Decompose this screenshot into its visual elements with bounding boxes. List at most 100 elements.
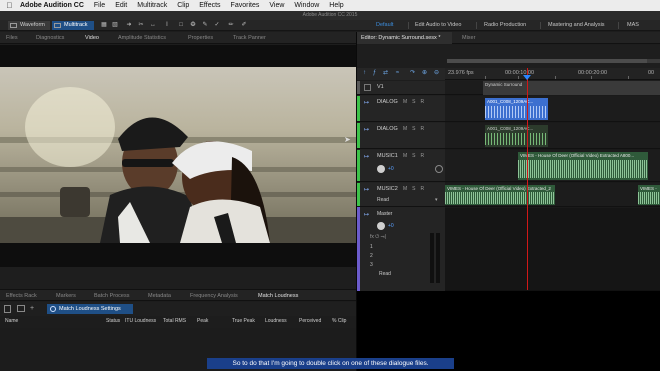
brush-tool-icon[interactable]: ✎ [201, 22, 209, 29]
eraser-tool-icon[interactable]: ✏ [227, 22, 235, 29]
menu-edit[interactable]: Edit [115, 2, 127, 9]
tab-markers[interactable]: Markers [56, 290, 76, 302]
eq-icon[interactable]: ≈ [394, 70, 401, 77]
razor-tool-icon[interactable]: ✂ [137, 22, 145, 29]
col-name[interactable]: Name [5, 318, 18, 324]
master-name[interactable]: Master [377, 211, 392, 217]
master-lane[interactable] [445, 208, 660, 291]
delete-icon[interactable] [4, 305, 11, 313]
slip-tool-icon[interactable]: ↔ [149, 22, 157, 29]
zoom-out-icon[interactable]: ⊖ [433, 70, 440, 77]
col-loudness[interactable]: Loudness [265, 318, 287, 324]
multitrack-mode-button[interactable]: Multitrack [52, 21, 94, 30]
tab-editor[interactable]: Editor: Dynamic Surround.sesx * [357, 32, 452, 44]
zoom-in-icon[interactable]: ⊕ [421, 70, 428, 77]
effect-slot[interactable]: 2 [370, 253, 373, 259]
mute-solo-record-buttons[interactable]: MSR [403, 153, 429, 159]
col-peak[interactable]: Peak [197, 318, 208, 324]
lasso-tool-icon[interactable]: ❂ [189, 22, 197, 29]
marquee-tool-icon[interactable]: □ [177, 22, 185, 29]
spectral-display-icon[interactable]: ▦ [100, 22, 108, 29]
menu-multitrack[interactable]: Multitrack [137, 2, 167, 9]
pencil-tool-icon[interactable]: ✐ [240, 22, 248, 29]
track-lane-dialog-2[interactable]: A001_C008_1209AC... [445, 123, 660, 149]
spot-healing-tool-icon[interactable]: ✓ [213, 22, 221, 29]
menu-favorites[interactable]: Favorites [231, 2, 260, 9]
time-selection-tool-icon[interactable]: I [163, 22, 171, 29]
track-header-dialog-2[interactable]: ↦ DIALOG MSR [357, 123, 445, 149]
playhead[interactable] [527, 68, 528, 290]
tab-metadata[interactable]: Metadata [148, 290, 171, 302]
playhead-marker-icon[interactable] [523, 75, 531, 80]
automation-mode[interactable]: Read [377, 197, 389, 203]
volume-value[interactable]: +0 [388, 166, 394, 172]
master-volume-knob[interactable] [377, 222, 385, 230]
pan-knob[interactable] [435, 165, 443, 173]
zoom-navigator[interactable] [447, 59, 660, 63]
track-header-music1[interactable]: ↦ MUSIC1 MSR +0 [357, 150, 445, 182]
track-header-v1[interactable]: V1 [357, 81, 445, 95]
timeline-ruler[interactable]: 23.976 fps 00:00:10:00 00:00:20:00 00 [445, 68, 660, 80]
master-volume-value[interactable]: +0 [388, 223, 394, 229]
track-header-dialog-1[interactable]: ↦ DIALOG MSR [357, 96, 445, 122]
snap-icon[interactable]: ↷ [409, 70, 416, 77]
menu-app-name[interactable]: Adobe Audition CC [20, 2, 84, 9]
menu-window[interactable]: Window [294, 2, 319, 9]
add-icon[interactable]: + [30, 305, 38, 313]
workspace-mastering-and-analysis[interactable]: Mastering and Analysis [548, 20, 605, 31]
multitrack-timeline[interactable]: Dynamic Surround A001_C008_1209AC... A00… [445, 81, 660, 291]
match-loudness-settings-button[interactable]: Match Loudness Settings [47, 304, 133, 314]
tab-amplitude-statistics[interactable]: Amplitude Statistics [118, 32, 166, 44]
volume-knob[interactable] [377, 165, 385, 173]
tab-video[interactable]: Video [85, 32, 99, 44]
track-lane-dialog-1[interactable]: A001_C008_1209AC... [445, 96, 660, 122]
zoom-navigator-thumb[interactable] [447, 59, 647, 63]
mute-solo-record-buttons[interactable]: MSR [403, 186, 429, 192]
tab-batch-process[interactable]: Batch Process [94, 290, 129, 302]
menu-help[interactable]: Help [329, 2, 343, 9]
workspace-radio-production[interactable]: Radio Production [484, 20, 526, 31]
tab-match-loudness[interactable]: Match Loudness [258, 290, 298, 302]
tab-mixer[interactable]: Mixer [462, 32, 475, 44]
track-lane-music2[interactable]: VIMES - House Of Deer (Official Video) E… [445, 183, 660, 207]
track-name[interactable]: MUSIC2 [377, 186, 398, 192]
pitch-display-icon[interactable]: ▧ [111, 22, 119, 29]
col-status[interactable]: Status [106, 318, 120, 324]
apple-icon[interactable]:  [5, 1, 14, 10]
workspace-default[interactable]: Default [376, 20, 393, 31]
sends-icon[interactable]: ⇄ [382, 70, 389, 77]
video-clip[interactable]: Dynamic Surround [483, 81, 660, 95]
track-lane-v1[interactable]: Dynamic Surround [445, 81, 660, 95]
music-clip[interactable]: VIMES - [638, 185, 660, 205]
dialog-clip[interactable]: A001_C008_1209AC... [485, 98, 548, 120]
tab-diagnostics[interactable]: Diagnostics [36, 32, 64, 44]
menu-file[interactable]: File [94, 2, 105, 9]
track-name[interactable]: V1 [377, 84, 384, 90]
dialog-clip[interactable]: A001_C008_1209AC... [485, 125, 548, 147]
chevron-down-icon[interactable]: ▾ [435, 197, 438, 203]
mute-solo-record-buttons[interactable]: MSR [403, 126, 429, 132]
waveform-mode-button[interactable]: Waveform [8, 21, 50, 30]
track-lane-music1[interactable]: VIMES - House Of Deer (Official Video) E… [445, 150, 660, 182]
menu-clip[interactable]: Clip [177, 2, 189, 9]
track-header-music2[interactable]: ↦ MUSIC2 MSR Read ▾ [357, 183, 445, 207]
menu-effects[interactable]: Effects [199, 2, 220, 9]
effect-slot[interactable]: 3 [370, 262, 373, 268]
col-total-rms[interactable]: Total RMS [163, 318, 186, 324]
col-perceived[interactable]: Perceived [299, 318, 321, 324]
fx-power-icon[interactable]: fx ⏻ ⇥| [370, 234, 386, 240]
effect-slot[interactable]: 1 [370, 244, 373, 250]
menu-view[interactable]: View [269, 2, 284, 9]
folder-icon[interactable] [17, 305, 25, 312]
move-tool-icon[interactable]: ➜ [125, 22, 133, 29]
master-automation-mode[interactable]: Read [379, 271, 391, 277]
music-clip[interactable]: VIMES - House Of Deer (Official Video) E… [445, 185, 555, 205]
fx-icon[interactable]: ƒ [371, 70, 378, 77]
tab-frequency-analysis[interactable]: Frequency Analysis [190, 290, 238, 302]
col-clip[interactable]: % Clip [332, 318, 346, 324]
col-itu-loudness[interactable]: ITU Loudness [125, 318, 156, 324]
tab-track-panner[interactable]: Track Panner [233, 32, 266, 44]
track-toggle-icon[interactable]: ↑ [361, 70, 368, 77]
tab-effects-rack[interactable]: Effects Rack [6, 290, 37, 302]
track-name[interactable]: DIALOG [377, 126, 398, 132]
